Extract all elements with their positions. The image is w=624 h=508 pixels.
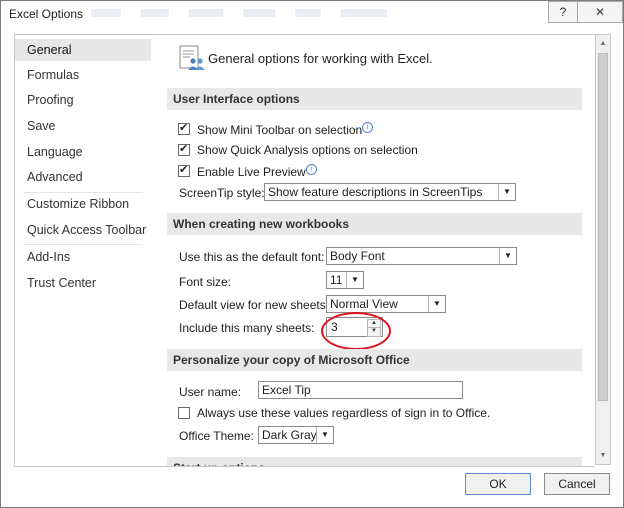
- always-use-values-label[interactable]: Always use these values regardless of si…: [197, 406, 490, 420]
- chevron-down-icon[interactable]: ▼: [499, 248, 516, 264]
- excel-options-dialog: Excel Options ? ✕ General Formulas Proof…: [0, 0, 624, 508]
- general-options-panel: General options for working with Excel. …: [151, 34, 595, 467]
- default-view-value: Normal View: [330, 297, 398, 311]
- default-view-label: Default view for new sheets:: [179, 298, 330, 312]
- scrollbar-thumb[interactable]: [598, 53, 608, 401]
- sheet-count-label: Include this many sheets:: [179, 321, 315, 335]
- font-size-label: Font size:: [179, 275, 232, 289]
- live-preview-checkbox[interactable]: [178, 163, 190, 177]
- highlight-circle-annotation: [321, 312, 391, 350]
- sidebar-item-formulas[interactable]: Formulas: [15, 64, 151, 86]
- options-scrollbar[interactable]: ▲ ▼: [595, 34, 611, 465]
- live-preview-label[interactable]: Enable Live Preview i: [197, 164, 317, 179]
- live-preview-label-text: Enable Live Preview: [197, 165, 306, 179]
- sidebar-item-proofing[interactable]: Proofing: [15, 89, 151, 111]
- quick-analysis-checkbox[interactable]: [178, 142, 190, 156]
- chevron-down-icon[interactable]: ▼: [428, 296, 445, 312]
- panel-header-text: General options for working with Excel.: [208, 51, 433, 66]
- font-size-dropdown[interactable]: 11 ▼: [326, 271, 364, 289]
- username-field[interactable]: Excel Tip: [258, 381, 463, 399]
- options-category-list: General Formulas Proofing Save Language …: [14, 34, 152, 467]
- sidebar-item-customize-ribbon[interactable]: Customize Ribbon: [15, 193, 151, 215]
- section-personalize: Personalize your copy of Microsoft Offic…: [167, 349, 582, 371]
- info-icon[interactable]: i: [362, 122, 374, 133]
- office-theme-dropdown[interactable]: Dark Gray ▼: [258, 426, 334, 444]
- mini-toolbar-checkbox[interactable]: [178, 121, 190, 135]
- ok-button[interactable]: OK: [465, 473, 531, 495]
- always-use-values-checkbox[interactable]: [178, 407, 190, 419]
- office-theme-value: Dark Gray: [262, 428, 317, 442]
- mini-toolbar-label[interactable]: Show Mini Toolbar on selection i: [197, 122, 374, 137]
- general-options-icon: [179, 45, 205, 70]
- quick-analysis-label[interactable]: Show Quick Analysis options on selection: [197, 143, 418, 157]
- help-button[interactable]: ?: [548, 1, 577, 23]
- sidebar-item-trust-center[interactable]: Trust Center: [15, 272, 151, 294]
- default-view-dropdown[interactable]: Normal View ▼: [326, 295, 446, 313]
- scroll-down-icon[interactable]: ▼: [596, 448, 610, 463]
- sidebar-item-general[interactable]: General: [15, 39, 151, 61]
- default-font-dropdown[interactable]: Body Font ▼: [326, 247, 517, 265]
- screentip-style-label: ScreenTip style:: [179, 186, 265, 200]
- dialog-title: Excel Options: [9, 7, 84, 21]
- sidebar-item-language[interactable]: Language: [15, 141, 151, 163]
- default-font-value: Body Font: [330, 249, 385, 263]
- sidebar-item-advanced[interactable]: Advanced: [15, 166, 151, 188]
- chevron-down-icon[interactable]: ▼: [346, 272, 363, 288]
- chevron-down-icon[interactable]: ▼: [316, 427, 333, 443]
- sidebar-item-add-ins[interactable]: Add-Ins: [15, 246, 151, 268]
- office-theme-label: Office Theme:: [179, 429, 254, 443]
- chevron-down-icon[interactable]: ▼: [498, 184, 515, 200]
- close-button[interactable]: ✕: [577, 1, 623, 23]
- section-new-workbooks: When creating new workbooks: [167, 213, 582, 235]
- scroll-up-icon[interactable]: ▲: [596, 36, 610, 51]
- title-bar: Excel Options ? ✕: [1, 1, 623, 27]
- username-label: User name:: [179, 385, 242, 399]
- screentip-style-value: Show feature descriptions in ScreenTips: [268, 185, 483, 199]
- section-user-interface-options: User Interface options: [167, 88, 582, 110]
- sidebar-divider: [23, 244, 143, 245]
- background-ribbon-ghost: [91, 9, 451, 19]
- sidebar-item-quick-access-toolbar[interactable]: Quick Access Toolbar: [15, 219, 151, 241]
- section-startup-options: Start up options: [167, 457, 582, 466]
- info-icon[interactable]: i: [305, 164, 317, 175]
- mini-toolbar-label-text: Show Mini Toolbar on selection: [197, 123, 363, 137]
- font-size-value: 11: [330, 273, 343, 287]
- cancel-button[interactable]: Cancel: [544, 473, 610, 495]
- sidebar-item-save[interactable]: Save: [15, 115, 151, 137]
- default-font-label: Use this as the default font:: [179, 250, 325, 264]
- screentip-style-dropdown[interactable]: Show feature descriptions in ScreenTips …: [264, 183, 516, 201]
